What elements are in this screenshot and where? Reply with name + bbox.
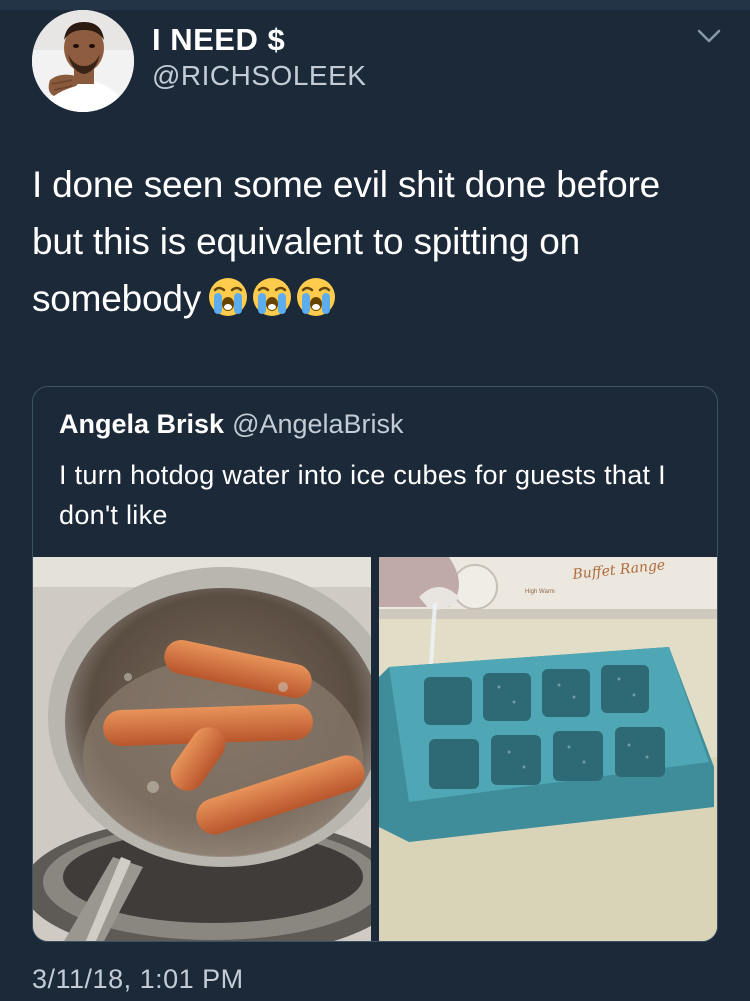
photo-ice-tray[interactable]: Buffet Range High Warm [379, 557, 717, 941]
quoted-author-handle: @AngelaBrisk [232, 409, 404, 439]
user-handle[interactable]: @RICHSOLEEK [152, 60, 366, 92]
quoted-tweet-author: Angela Brisk @AngelaBrisk [59, 409, 404, 440]
tweet-text: I done seen some evil shit done before b… [32, 156, 692, 330]
avatar[interactable] [32, 10, 134, 112]
quoted-author-name: Angela Brisk [59, 409, 225, 439]
tweet-body: I done seen some evil shit done before b… [32, 164, 660, 319]
loudly-crying-face-icon [297, 277, 336, 316]
chevron-down-icon[interactable] [694, 24, 724, 48]
display-name[interactable]: I NEED $ [152, 22, 285, 58]
top-status-strip [0, 0, 750, 10]
avatar-photo [32, 10, 134, 112]
quoted-tweet-text: I turn hotdog water into ice cubes for g… [59, 460, 666, 530]
tweet-timestamp[interactable]: 3/11/18, 1:01 PM [32, 964, 244, 995]
loudly-crying-face-icon [209, 277, 248, 316]
photo-hotdogs-in-pot[interactable] [33, 557, 371, 941]
dial-label: High Warm [525, 589, 555, 595]
loudly-crying-face-icon [253, 277, 292, 316]
emoji-group [207, 273, 339, 330]
quoted-tweet-card[interactable]: Angela Brisk @AngelaBrisk I turn hotdog w… [32, 386, 718, 942]
